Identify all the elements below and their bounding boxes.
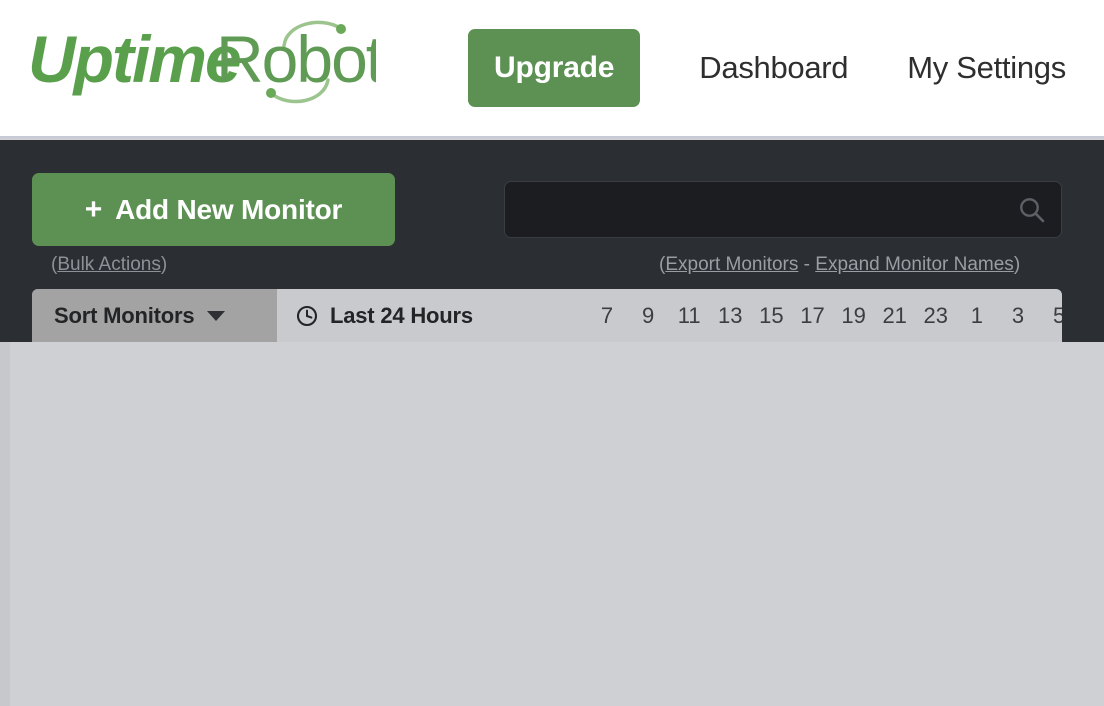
- uptimerobot-logo[interactable]: Uptime Robot: [28, 16, 376, 108]
- primary-nav-items: Upgrade Dashboard My Settings: [468, 0, 1066, 136]
- hour-tick-11: 11: [677, 302, 701, 328]
- export-monitors-link[interactable]: Export Monitors: [665, 254, 798, 275]
- hour-tick-13: 13: [718, 302, 743, 328]
- hour-tick-17: 17: [800, 302, 825, 328]
- hour-tick-23: 23: [923, 302, 949, 328]
- chevron-down-icon: [207, 310, 226, 321]
- bulk-actions-label: Bulk Actions: [57, 254, 161, 275]
- add-new-monitor-button[interactable]: + Add New Monitor: [32, 173, 395, 246]
- hour-tick-15: 15: [759, 302, 784, 328]
- svg-text:Uptime: Uptime: [28, 22, 240, 96]
- bulk-actions-paren-close: ): [160, 254, 168, 275]
- hour-tick-1: 1: [970, 302, 984, 328]
- nav-link-my-settings[interactable]: My Settings: [907, 50, 1066, 86]
- nav-link-dashboard[interactable]: Dashboard: [699, 50, 848, 86]
- bulk-actions-link[interactable]: (Bulk Actions): [51, 254, 167, 276]
- search-input[interactable]: [504, 181, 1062, 238]
- hour-tick-21: 21: [882, 302, 907, 328]
- hour-tick-9: 9: [641, 302, 655, 328]
- content-left-edge: [0, 342, 10, 706]
- hour-tick-5: 5: [1052, 302, 1062, 328]
- top-navigation-bar: Uptime Robot Upgrade Dashboard My Settin…: [0, 0, 1104, 138]
- svg-text:Robot: Robot: [216, 22, 376, 96]
- hour-tick-19: 19: [841, 302, 866, 328]
- hour-tick-3: 3: [1011, 302, 1025, 328]
- monitor-list-header: Sort Monitors Last 24 Hours 7 9 11 13 15 17 19…: [32, 289, 1062, 342]
- sort-monitors-label: Sort Monitors: [54, 302, 195, 328]
- search-box: [504, 181, 1062, 238]
- expand-monitor-names-link[interactable]: Expand Monitor Names: [815, 254, 1014, 275]
- sort-monitors-dropdown[interactable]: Sort Monitors: [32, 289, 277, 342]
- plus-icon: +: [84, 192, 103, 226]
- export-links-separator: -: [798, 254, 816, 275]
- export-links: (Export Monitors - Expand Monitor Names): [659, 254, 1020, 276]
- hour-axis: 7 9 11 13 15 17 19 21 23 1 3 5: [309, 289, 1062, 342]
- monitor-list-body: [0, 342, 1104, 706]
- export-paren-close: ): [1013, 254, 1021, 275]
- hour-tick-7: 7: [600, 302, 614, 328]
- add-new-monitor-label: Add New Monitor: [115, 193, 343, 225]
- upgrade-button[interactable]: Upgrade: [468, 29, 641, 107]
